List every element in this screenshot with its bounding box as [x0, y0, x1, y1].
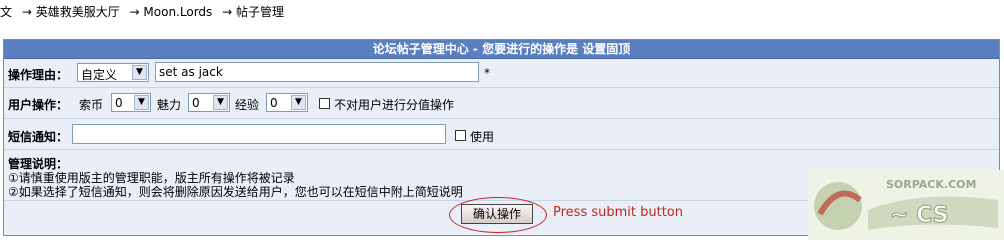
coin-select[interactable]: 0 ▼	[111, 93, 151, 112]
reason-label: 操作理由：	[8, 68, 69, 82]
charm-select-value: 0	[192, 96, 200, 110]
panel-title: 论坛帖子管理中心 - 您要进行的操作是 设置固顶	[4, 40, 999, 59]
coin-select-value: 0	[115, 96, 123, 110]
notes-line-2: ②如果选择了短信通知，则会将删除原因发送给用户，您也可以在短信中附上简短说明	[8, 185, 463, 199]
exp-select-value: 0	[270, 96, 278, 110]
sms-input[interactable]	[72, 124, 446, 144]
reason-select[interactable]: 自定义 ▼	[77, 63, 149, 82]
charm-label: 魅力	[157, 98, 182, 112]
exp-select[interactable]: 0 ▼	[266, 93, 308, 112]
sms-use-label: 使用	[470, 130, 495, 144]
chevron-down-icon: ▼	[213, 95, 228, 110]
sms-label: 短信通知：	[8, 130, 69, 144]
user-ops-row: 用户操作： 索币 0 ▼ 魅力 0 ▼ 经验 0 ▼ 不对用户进行分值操作	[4, 88, 999, 119]
chevron-down-icon: ▼	[291, 95, 306, 110]
reason-row: 操作理由： 自定义 ▼ *	[4, 59, 999, 88]
user-ops-label: 用户操作：	[8, 98, 69, 112]
required-mark: *	[484, 66, 490, 80]
reason-input[interactable]	[155, 62, 479, 82]
watermark-logo: SORPACK.COM ~ CS	[808, 170, 1004, 240]
breadcrumb-item[interactable]: → Moon.Lords	[130, 5, 213, 19]
no-points-label: 不对用户进行分值操作	[334, 98, 455, 112]
highlight-oval	[449, 197, 547, 233]
breadcrumb-item[interactable]: → 英雄救美服大厅	[22, 5, 120, 19]
chevron-down-icon: ▼	[134, 95, 149, 110]
no-points-checkbox[interactable]	[319, 98, 330, 109]
sms-use-checkbox[interactable]	[455, 130, 466, 141]
watermark-text: SORPACK.COM	[886, 178, 976, 191]
charm-select[interactable]: 0 ▼	[188, 93, 230, 112]
sms-row: 短信通知： 使用	[4, 119, 999, 150]
breadcrumb: ⽂ → 英雄救美服大厅 → Moon.Lords → 帖子管理	[0, 3, 290, 21]
submit-annotation: Press submit button	[553, 205, 683, 220]
reason-select-value: 自定义	[81, 68, 118, 82]
chevron-down-icon: ▼	[132, 65, 147, 80]
exp-label: 经验	[235, 98, 260, 112]
coin-label: 索币	[79, 98, 104, 112]
breadcrumb-item[interactable]: ⽂	[0, 5, 12, 19]
svg-text:~ CS: ~ CS	[890, 203, 949, 228]
breadcrumb-item: → 帖子管理	[222, 5, 284, 19]
